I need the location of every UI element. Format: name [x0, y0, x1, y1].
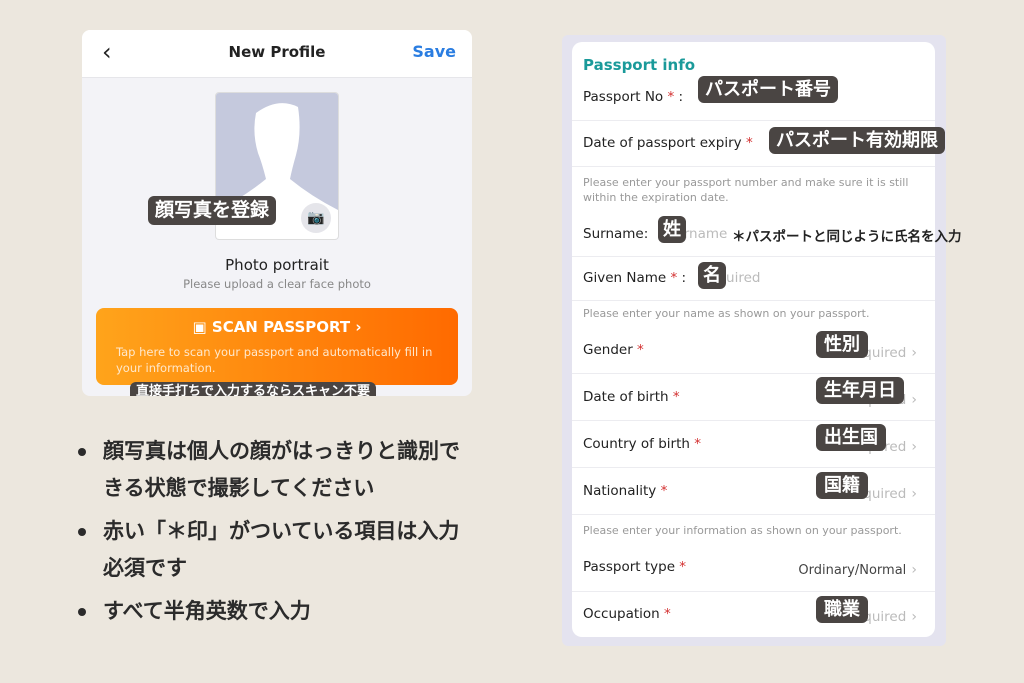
surname-annotation: 姓 — [658, 216, 686, 244]
chevron-right-icon: › — [911, 486, 917, 502]
scan-passport-button[interactable]: ▣ SCAN PASSPORT › Tap here to scan your … — [96, 308, 458, 385]
given-name-field[interactable]: Given Name * : Required — [583, 270, 760, 286]
gender-annotation: 性別 — [816, 331, 868, 359]
passport-type-field[interactable]: Passport type * — [583, 559, 686, 575]
new-profile-card: ‹ New Profile Save 📷 顔写真を登録 Photo portra… — [82, 30, 472, 396]
chevron-right-icon: › — [911, 392, 917, 408]
passport-no-field[interactable]: Passport No * : — [583, 89, 683, 105]
chevron-right-icon: › — [911, 345, 917, 361]
country-field[interactable]: Country of birth * — [583, 436, 701, 452]
dob-field[interactable]: Date of birth * — [583, 389, 680, 405]
chevron-right-icon: › — [911, 439, 917, 455]
save-button[interactable]: Save — [412, 42, 456, 61]
passport-info-form: Passport info Passport No * : パスポート番号 Da… — [572, 42, 962, 637]
section-title: Passport info — [583, 56, 696, 74]
country-annotation: 出生国 — [816, 424, 886, 452]
expiry-field[interactable]: Date of passport expiry * — [583, 135, 753, 151]
photo-label: Photo portrait — [225, 256, 329, 274]
camera-icon[interactable]: 📷 — [301, 203, 331, 233]
scan-annotation: 直接手打ちで入力するならスキャン不要 — [130, 382, 377, 396]
note-item: 赤い「＊印」がついている項目は入力必須です — [78, 513, 478, 587]
given-name-annotation: 名 — [698, 262, 726, 290]
name-note: ＊パスポートと同じように氏名を入力 — [732, 229, 962, 245]
scan-title: SCAN PASSPORT — [211, 318, 351, 336]
passport-type-value: Ordinary/Normal — [798, 563, 907, 578]
photo-hint: Please upload a clear face photo — [183, 277, 371, 291]
dob-annotation: 生年月日 — [816, 377, 904, 405]
info-hint: Please enter your information as shown o… — [583, 524, 902, 537]
chevron-right-icon: › — [350, 318, 362, 336]
note-item: すべて半角英数で入力 — [78, 593, 478, 630]
chevron-right-icon: › — [911, 609, 917, 625]
expiry-annotation: パスポート有効期限 — [769, 127, 945, 155]
chevron-right-icon: › — [911, 562, 917, 578]
photo-annotation: 顔写真を登録 — [148, 196, 277, 225]
note-item: 顔写真は個人の顔がはっきりと識別できる状態で撮影してください — [78, 433, 478, 507]
nationality-annotation: 国籍 — [816, 472, 868, 500]
gender-field[interactable]: Gender * — [583, 342, 644, 358]
notes-list: 顔写真は個人の顔がはっきりと識別できる状態で撮影してください 赤い「＊印」がつい… — [78, 433, 478, 636]
nationality-field[interactable]: Nationality * — [583, 483, 667, 499]
surname-field[interactable]: Surname: Surname — [583, 226, 727, 242]
scan-description: Tap here to scan your passport and autom… — [116, 345, 433, 375]
occupation-field[interactable]: Occupation * — [583, 606, 671, 622]
occupation-annotation: 職業 — [816, 596, 868, 624]
passport-hint: Please enter your passport number and ma… — [583, 176, 909, 204]
passport-icon: ▣ — [192, 318, 212, 336]
name-hint: Please enter your name as shown on your … — [583, 307, 870, 320]
passport-no-annotation: パスポート番号 — [698, 76, 838, 104]
header-bar: ‹ New Profile Save — [82, 30, 472, 78]
